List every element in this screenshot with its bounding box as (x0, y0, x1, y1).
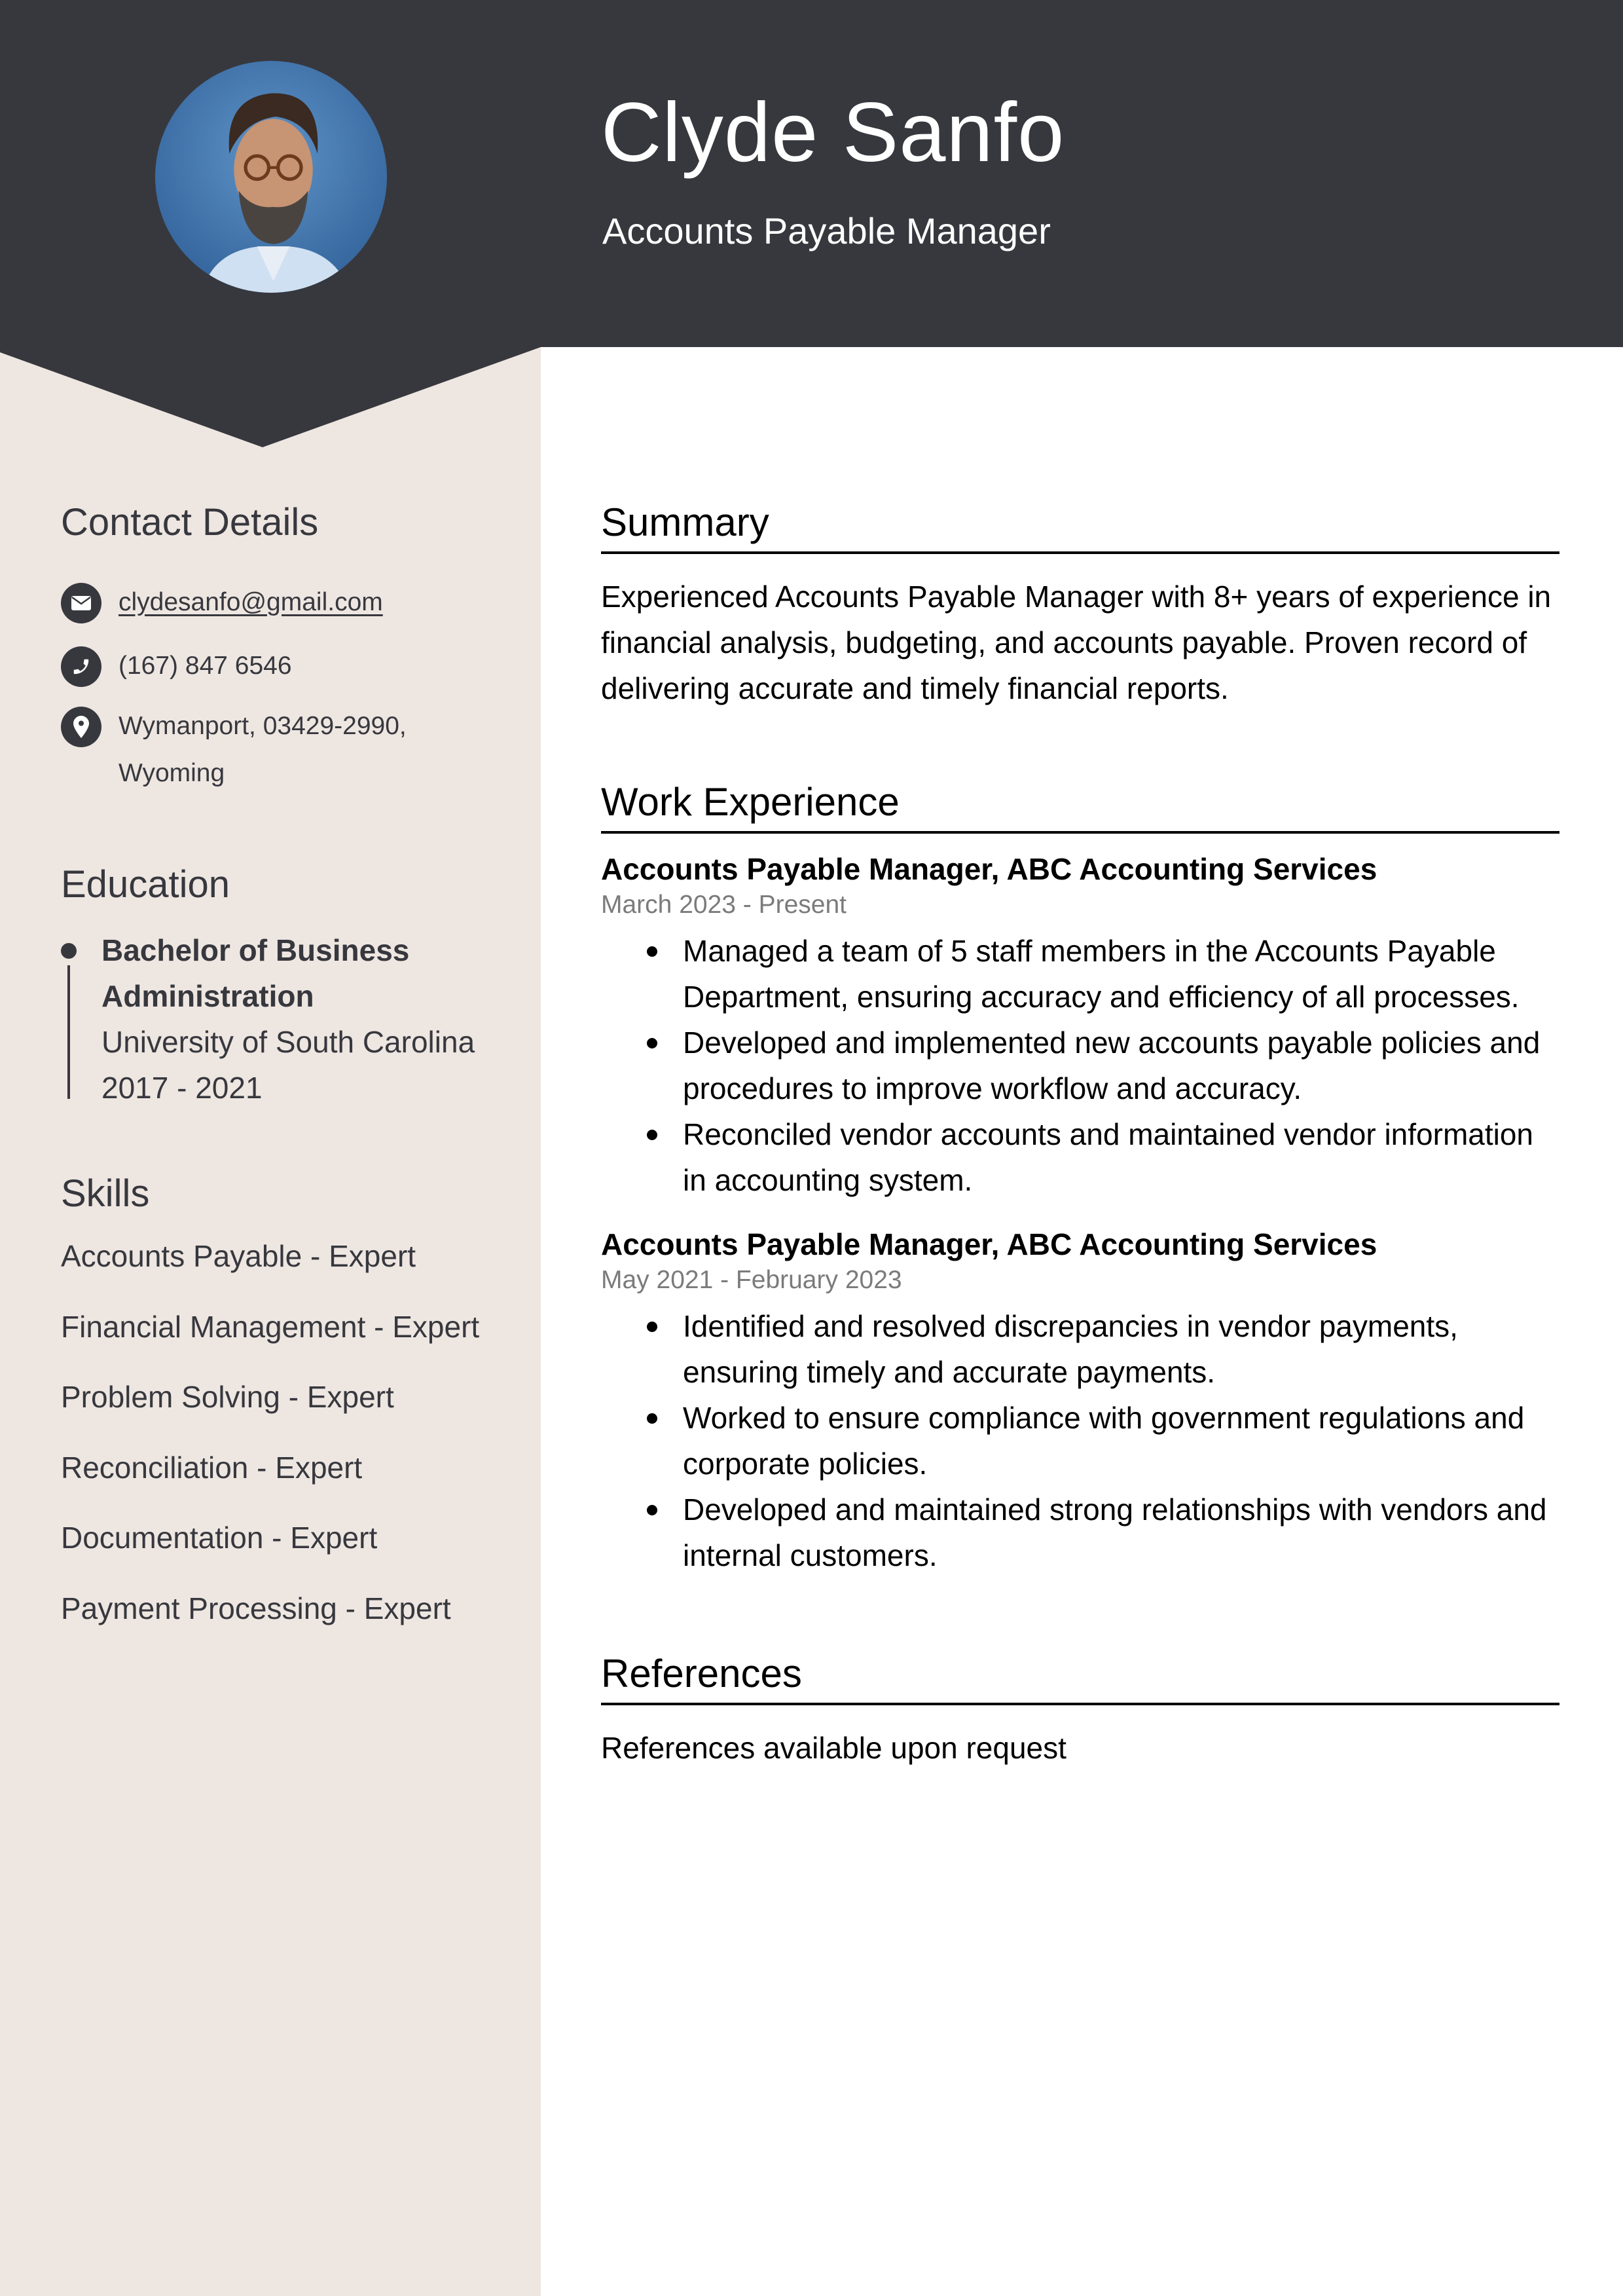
work-heading: Work Experience (601, 780, 900, 824)
phone-icon (61, 646, 101, 687)
skill-item: Reconciliation - Expert (61, 1451, 363, 1485)
job-bullet: Developed and implemented new accounts p… (601, 1020, 1559, 1111)
summary-line: Experienced Accounts Payable Manager wit… (601, 580, 1552, 614)
timeline-line (67, 965, 70, 1099)
skills-heading: Skills (61, 1172, 150, 1215)
bullet-icon (647, 1130, 657, 1140)
education-heading: Education (61, 863, 230, 906)
references-heading: References (601, 1652, 802, 1695)
bullet-icon (647, 1505, 657, 1515)
candidate-name: Clyde Sanfo (601, 86, 1065, 179)
address-line-2: Wyoming (119, 759, 225, 787)
job-title: Accounts Payable Manager, ABC Accounting… (601, 852, 1377, 886)
bullet-icon (647, 946, 657, 957)
contact-phone: (167) 847 6546 (61, 646, 292, 690)
timeline-dot (61, 943, 77, 959)
job-bullet: Developed and maintained strong relation… (601, 1487, 1559, 1578)
skill-item: Problem Solving - Expert (61, 1380, 394, 1414)
references-section: References References available upon req… (601, 1649, 1559, 1771)
summary-heading: Summary (601, 500, 769, 544)
bullet-icon (647, 1322, 657, 1332)
header-chevron (0, 346, 541, 447)
school-name: University of South Carolina (101, 1025, 475, 1059)
location-pin-icon (61, 707, 101, 747)
job-bullet: Worked to ensure compliance with governm… (601, 1395, 1559, 1487)
job-dates: May 2021 - February 2023 (601, 1266, 902, 1294)
summary-section: Summary Experienced Accounts Payable Man… (601, 498, 1559, 711)
section-divider (601, 1703, 1559, 1705)
references-text: References available upon request (601, 1731, 1067, 1765)
job-title: Accounts Payable Manager, ABC Accounting… (601, 1227, 1377, 1261)
job-dates: March 2023 - Present (601, 891, 847, 919)
profile-photo (155, 61, 387, 293)
skills-section: Skills Accounts Payable - Expert Financi… (61, 1171, 506, 1625)
section-divider (601, 551, 1559, 554)
job-entry: Accounts Payable Manager, ABC Accounting… (601, 849, 1559, 1203)
job-bullet: Identified and resolved discrepancies in… (601, 1303, 1559, 1395)
contact-heading: Contact Details (61, 501, 319, 544)
email-link[interactable]: clydesanfo@gmail.com (119, 588, 383, 616)
summary-line: financial analysis, budgeting, and accou… (601, 625, 1527, 659)
contact-email: clydesanfo@gmail.com (61, 583, 383, 626)
degree-line-1: Bachelor of Business (101, 933, 410, 967)
address-line-1: Wymanport, 03429-2990, (119, 712, 407, 740)
job-entry: Accounts Payable Manager, ABC Accounting… (601, 1225, 1559, 1578)
summary-line: delivering accurate and timely financial… (601, 671, 1229, 705)
education-years: 2017 - 2021 (101, 1071, 263, 1105)
bullet-icon (647, 1038, 657, 1048)
envelope-icon (61, 583, 101, 623)
skill-item: Documentation - Expert (61, 1521, 378, 1555)
job-bullet: Reconciled vendor accounts and maintaine… (601, 1111, 1559, 1203)
contact-address: Wymanport, 03429-2990, Wyoming (61, 707, 407, 797)
skill-item: Financial Management - Expert (61, 1310, 480, 1344)
contact-section: Contact Details clydesanfo@gmail.com (16… (61, 500, 506, 787)
section-divider (601, 831, 1559, 834)
summary-text: Experienced Accounts Payable Manager wit… (601, 574, 1559, 711)
phone-text: (167) 847 6546 (119, 652, 292, 680)
skill-item: Payment Processing - Expert (61, 1591, 451, 1625)
job-bullet: Managed a team of 5 staff members in the… (601, 928, 1559, 1020)
work-experience-section: Work Experience Accounts Payable Manager… (601, 777, 1559, 1572)
candidate-title: Accounts Payable Manager (602, 210, 1051, 251)
skill-item: Accounts Payable - Expert (61, 1239, 416, 1273)
degree-line-2: Administration (101, 979, 314, 1013)
bullet-icon (647, 1413, 657, 1424)
education-section: Education Bachelor of Business Administr… (61, 862, 506, 1105)
avatar (155, 61, 387, 293)
